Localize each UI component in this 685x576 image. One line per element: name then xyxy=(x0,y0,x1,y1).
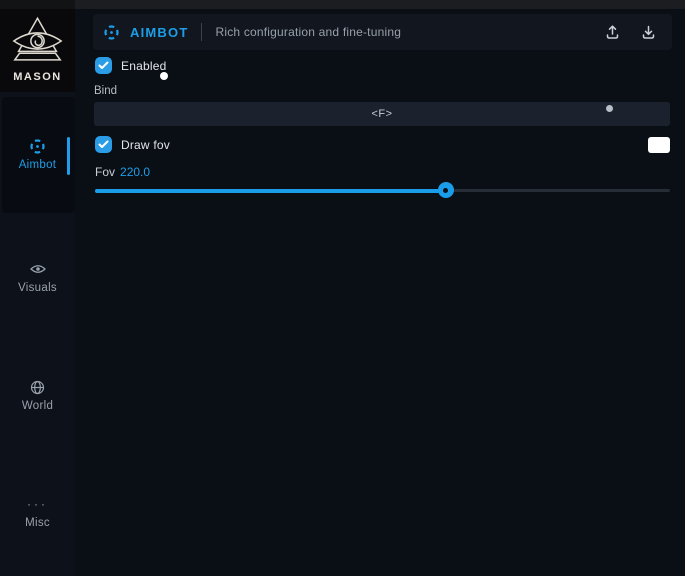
slider-handle-hole xyxy=(443,188,448,193)
page-subtitle: Rich configuration and fine-tuning xyxy=(215,25,401,39)
enabled-checkbox[interactable] xyxy=(95,57,112,74)
sidebar-item-label: Misc xyxy=(0,517,75,529)
download-icon xyxy=(641,24,656,40)
upload-icon xyxy=(605,24,620,40)
eye-icon xyxy=(0,261,75,277)
checkmark-icon xyxy=(98,61,109,70)
window-top-edge-left xyxy=(0,0,75,9)
bind-label: Bind xyxy=(94,85,117,97)
fov-label-row: Fov 220.0 xyxy=(95,165,150,179)
draw-fov-checkbox-row[interactable]: Draw fov xyxy=(95,136,170,153)
header-divider xyxy=(201,23,202,41)
draw-fov-checkbox[interactable] xyxy=(95,136,112,153)
checkmark-icon xyxy=(98,140,109,149)
sidebar-item-label: Aimbot xyxy=(0,159,75,171)
window-top-edge xyxy=(0,0,685,9)
bind-key-input[interactable]: <F> xyxy=(94,102,670,126)
page-title: AIMBOT xyxy=(130,25,188,40)
sidebar-item-misc[interactable]: ··· Misc xyxy=(0,496,75,529)
slider-handle[interactable] xyxy=(438,182,454,198)
fov-color-swatch[interactable] xyxy=(648,137,670,153)
bind-key-value: <F> xyxy=(371,108,392,120)
slider-fill xyxy=(95,189,446,193)
globe-icon xyxy=(0,379,75,395)
fov-value: 220.0 xyxy=(120,165,150,179)
mason-pyramid-eye-icon xyxy=(11,16,64,66)
export-config-button[interactable] xyxy=(598,19,626,45)
cursor-dot xyxy=(606,105,613,112)
ellipsis-icon: ··· xyxy=(0,496,75,512)
brand-name: MASON xyxy=(0,71,75,83)
crosshair-icon xyxy=(0,138,75,154)
sidebar-item-label: Visuals xyxy=(0,282,75,294)
sidebar-item-world[interactable]: World xyxy=(0,379,75,412)
sidebar: MASON Aimbot Visuals Worl xyxy=(0,0,75,576)
cursor-dot xyxy=(160,72,168,80)
sidebar-item-visuals[interactable]: Visuals xyxy=(0,261,75,294)
sidebar-item-label: World xyxy=(0,400,75,412)
fov-label: Fov xyxy=(95,165,115,179)
draw-fov-label: Draw fov xyxy=(121,138,170,152)
enabled-label: Enabled xyxy=(121,59,166,73)
logo-area: MASON xyxy=(0,0,75,92)
crosshair-icon xyxy=(103,24,120,41)
fov-slider[interactable] xyxy=(95,183,670,197)
import-config-button[interactable] xyxy=(634,19,662,45)
sidebar-item-aimbot[interactable]: Aimbot xyxy=(0,138,75,171)
enabled-checkbox-row[interactable]: Enabled xyxy=(95,57,166,74)
page-header: AIMBOT Rich configuration and fine-tunin… xyxy=(93,14,672,50)
